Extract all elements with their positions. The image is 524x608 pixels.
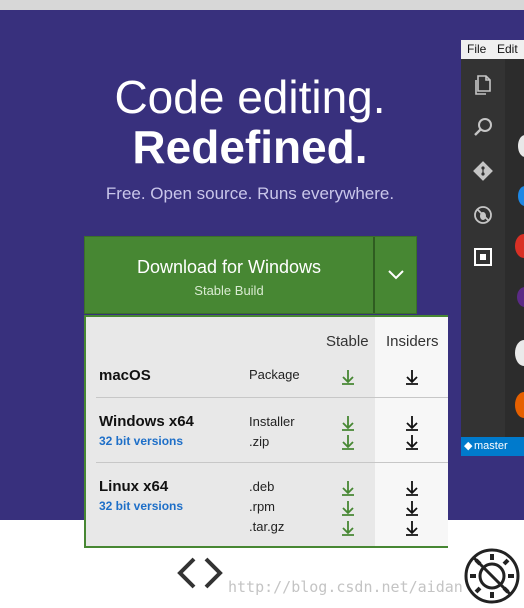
download-arrow-icon[interactable] [341,415,355,431]
os-name-macos: macOS [99,367,151,384]
download-arrow-icon[interactable] [405,480,419,496]
branch-name[interactable]: master [474,440,508,452]
download-options-panel: Stable Insiders macOS Package Windows x6… [84,315,448,548]
menu-file[interactable]: File [467,42,486,56]
menu-edit[interactable]: Edit [497,42,518,56]
tagline: Free. Open source. Runs everywhere. [105,184,395,203]
download-arrow-icon[interactable] [341,500,355,516]
download-arrow-icon[interactable] [405,500,419,516]
os-name-windows: Windows x64 [99,413,194,430]
download-windows-button[interactable]: Download for Windows Stable Build [85,237,373,313]
download-arrow-icon[interactable] [341,520,355,536]
headline-line-1: Code editing. [114,71,386,123]
download-button-group: Download for Windows Stable Build [84,236,417,314]
format-label: Installer [249,414,295,429]
editor-statusbar: ◆ master [461,437,524,456]
download-options-toggle[interactable] [375,237,416,313]
git-icon[interactable] [471,159,495,183]
watermark-text: http://blog.csdn.net/aidan [228,578,463,596]
debug-icon[interactable] [471,203,495,227]
windows-32bit-link[interactable]: 32 bit versions [99,434,183,448]
format-label: .rpm [249,499,275,514]
stable-column-header: Stable [326,333,369,350]
download-arrow-icon[interactable] [405,415,419,431]
download-arrow-icon[interactable] [405,520,419,536]
os-name-linux: Linux x64 [99,478,169,495]
extensions-icon[interactable] [471,245,495,269]
download-arrow-icon[interactable] [405,434,419,450]
format-label: .zip [249,434,270,449]
headline-line-2: Redefined. [132,121,368,173]
git-branch-icon: ◆ [464,440,473,452]
download-arrow-icon[interactable] [341,480,355,496]
files-icon[interactable] [471,73,495,97]
activity-bar [461,59,505,437]
top-strip [0,0,524,10]
insiders-column-header: Insiders [386,333,439,350]
format-label: .deb [249,479,275,494]
chevron-down-icon [388,270,404,280]
row-divider [96,397,448,398]
format-label: Package [249,367,300,382]
download-subtitle: Stable Build [194,283,264,298]
editor-menubar: File Edit [461,40,524,59]
download-arrow-icon[interactable] [341,369,355,385]
linux-32bit-link[interactable]: 32 bit versions [99,499,183,513]
download-arrow-icon[interactable] [405,369,419,385]
code-brackets-icon [177,557,223,589]
search-icon[interactable] [471,115,495,139]
row-divider [96,462,448,463]
download-arrow-icon[interactable] [341,434,355,450]
download-title: Download for Windows [136,257,322,277]
gear-logo-icon [464,548,520,604]
format-label: .tar.gz [249,519,285,534]
